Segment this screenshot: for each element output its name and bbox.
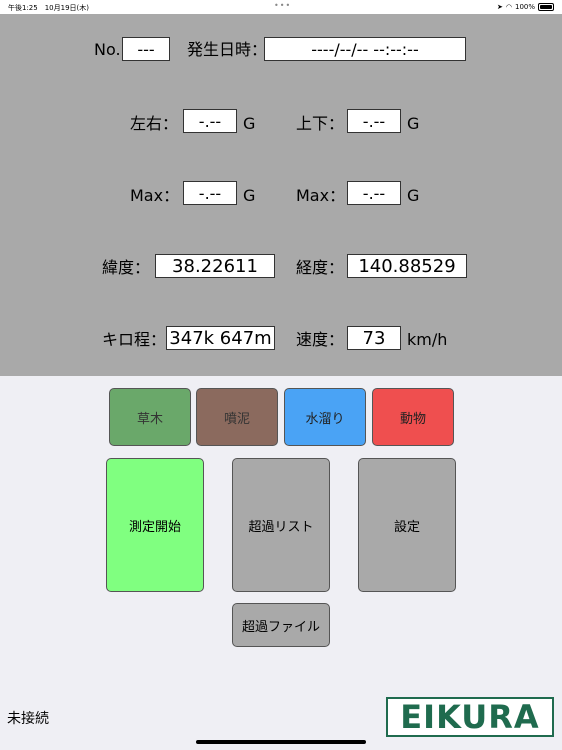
ud-label: 上下： [296, 114, 345, 133]
category-button-puddle[interactable]: 水溜り [284, 388, 366, 446]
excess-list-button[interactable]: 超過リスト [232, 458, 330, 592]
battery-percent: 100% [514, 3, 535, 11]
datetime-label: 発生日時： [187, 40, 268, 59]
lr-field[interactable]: -.-- [183, 109, 237, 133]
ud-field[interactable]: -.-- [347, 109, 401, 133]
home-indicator[interactable] [196, 740, 366, 744]
max-lr-unit: G [243, 186, 256, 205]
max-ud-label: Max： [296, 186, 346, 205]
speed-unit: km/h [407, 330, 448, 349]
measurement-panel: No. --- 発生日時： ----/--/-- --:--:-- 左右： -.… [0, 14, 562, 376]
longitude-label: 経度： [296, 258, 345, 277]
lr-unit: G [243, 114, 256, 133]
max-ud-unit: G [407, 186, 420, 205]
max-ud-field[interactable]: -.-- [347, 181, 401, 205]
category-button-mud-pumping[interactable]: 噴泥 [196, 388, 278, 446]
longitude-field[interactable]: 140.88529 [347, 254, 467, 278]
kilo-label: キロ程： [102, 330, 167, 349]
speed-field[interactable]: 73 [347, 326, 401, 350]
max-lr-field[interactable]: -.-- [183, 181, 237, 205]
status-time-date: 午後1:25 10月19日(木) [8, 4, 89, 12]
eikura-logo: EIKURA [386, 697, 554, 737]
kilo-field[interactable]: 347k 647m [166, 326, 275, 350]
no-field[interactable]: --- [122, 37, 170, 61]
datetime-field[interactable]: ----/--/-- --:--:-- [264, 37, 466, 61]
location-icon: ➤ [497, 3, 503, 11]
lr-label: 左右： [130, 114, 179, 133]
multitask-dots-icon[interactable]: ••• [274, 1, 291, 10]
max-lr-label: Max： [130, 186, 180, 205]
battery-icon [538, 3, 554, 11]
latitude-label: 緯度： [102, 258, 151, 277]
start-measurement-button[interactable]: 測定開始 [106, 458, 204, 592]
status-indicators: ➤ ◠ 100% [497, 3, 554, 11]
status-bar: 午後1:25 10月19日(木) ••• ➤ ◠ 100% [0, 0, 562, 14]
category-button-animal[interactable]: 動物 [372, 388, 454, 446]
connection-status: 未接続 [7, 711, 49, 727]
wifi-icon: ◠ [505, 3, 512, 11]
excess-file-button[interactable]: 超過ファイル [232, 603, 330, 647]
category-button-vegetation[interactable]: 草木 [109, 388, 191, 446]
settings-button[interactable]: 設定 [358, 458, 456, 592]
latitude-field[interactable]: 38.22611 [155, 254, 275, 278]
no-label: No. [94, 40, 121, 59]
ud-unit: G [407, 114, 420, 133]
speed-label: 速度： [296, 330, 345, 349]
